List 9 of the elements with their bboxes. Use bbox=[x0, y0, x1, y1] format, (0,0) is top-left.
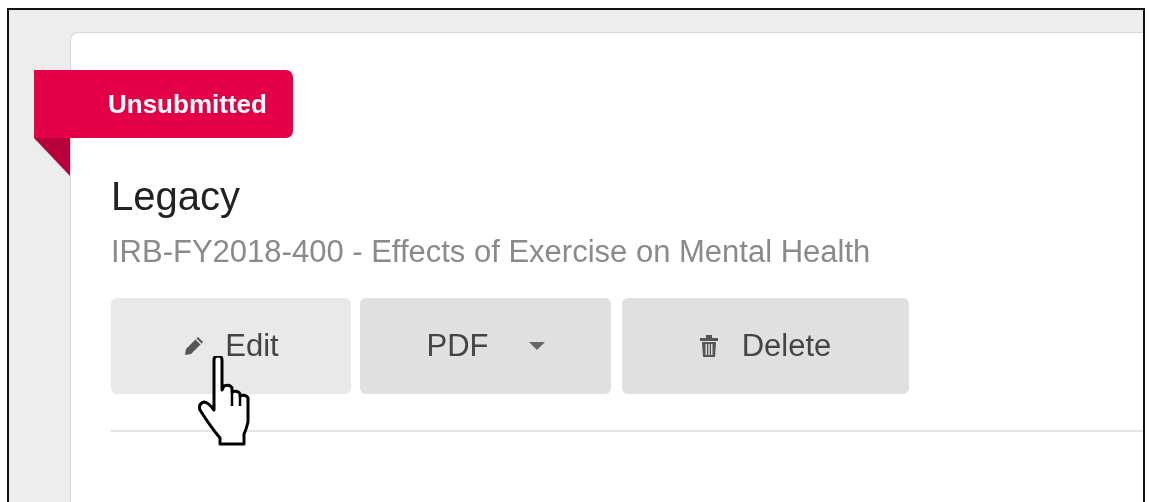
card-subtitle: IRB-FY2018-400 - Effects of Exercise on Mental Health bbox=[111, 233, 872, 271]
card-title: Legacy bbox=[111, 173, 241, 220]
delete-button[interactable]: Delete bbox=[622, 298, 909, 394]
pencil-icon bbox=[183, 335, 206, 357]
dropdown-button[interactable]: PDF bbox=[360, 298, 611, 394]
ribbon-fold-icon bbox=[34, 138, 70, 176]
caret-icon bbox=[528, 342, 545, 350]
status-ribbon: Unsubmitted bbox=[34, 70, 293, 138]
trash-icon bbox=[699, 335, 718, 357]
